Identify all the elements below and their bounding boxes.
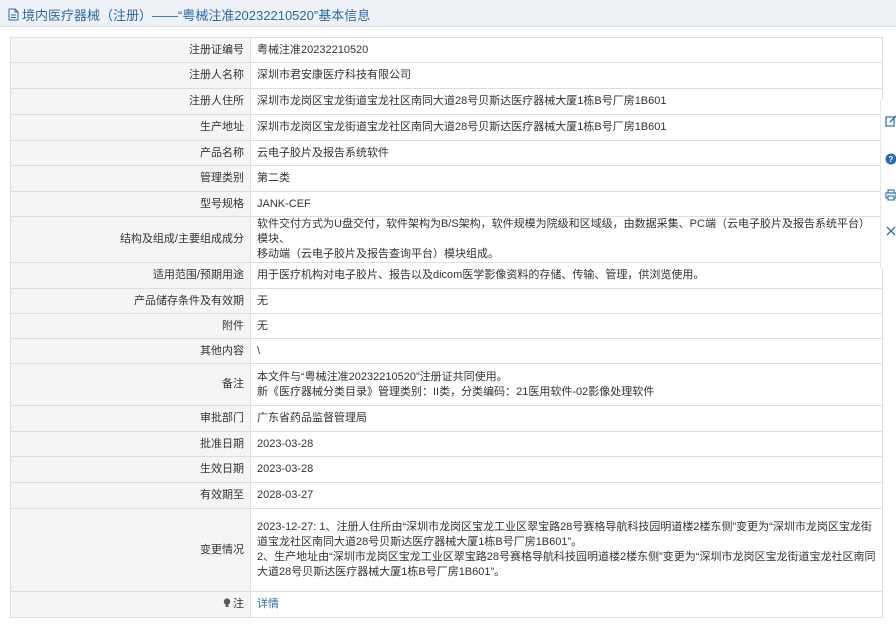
row-label: 其他内容 <box>10 338 251 364</box>
svg-text:?: ? <box>889 155 894 164</box>
note-value-cell: 详情 <box>250 591 883 618</box>
row-label: 注册证编号 <box>10 37 251 63</box>
value-line: 大道28号贝斯达医疗器械大厦1栋B号厂房1B601”。 <box>257 566 506 578</box>
value-line: 2、生产地址由“深圳市龙岗区宝龙工业区翠宝路28号赛格导航科技园明道楼2楼东侧”… <box>257 551 876 563</box>
row-label: 审批部门 <box>10 405 251 432</box>
print-icon[interactable] <box>885 188 896 202</box>
value-line: 新《医疗器械分类目录》管理类别：II类，分类编码：21医用软件-02影像处理软件 <box>257 385 655 398</box>
row-value: 广东省药品监督管理局 <box>250 405 883 432</box>
row-value: 本文件与“粤械注准20232210520”注册证共同使用。 新《医疗器械分类目录… <box>250 363 883 406</box>
row-value: 粤械注准20232210520 <box>250 37 883 63</box>
row-label: 有效期至 <box>10 482 251 509</box>
table-row: 备注 本文件与“粤械注准20232210520”注册证共同使用。 新《医疗器械分… <box>10 363 883 406</box>
row-value: 第二类 <box>250 165 883 192</box>
table-row: 审批部门 广东省药品监督管理局 <box>10 405 883 432</box>
table-row: 其他内容 \ <box>10 338 883 364</box>
table-row: 注册证编号 粤械注准20232210520 <box>10 37 883 63</box>
row-value: \ <box>250 338 883 364</box>
note-label-cell: 注 <box>10 591 251 618</box>
page-title-wrap: 境内医疗器械（注册）——“粤械注准20232210520”基本信息 <box>8 5 370 24</box>
row-label: 备注 <box>10 363 251 406</box>
row-value: 2023-03-28 <box>250 456 883 483</box>
edit-icon[interactable] <box>885 114 896 128</box>
row-value: 无 <box>250 313 883 339</box>
row-value: 用于医疗机构对电子胶片、报告以及dicom医学影像资料的存储、传输、管理，供浏览… <box>250 262 883 289</box>
row-value: 深圳市龙岗区宝龙街道宝龙社区南同大道28号贝斯达医疗器械大厦1栋B号厂房1B60… <box>250 114 883 141</box>
table-row: 适用范围/预期用途 用于医疗机构对电子胶片、报告以及dicom医学影像资料的存储… <box>10 262 883 289</box>
table-row: 注册人住所 深圳市龙岗区宝龙街道宝龙社区南同大道28号贝斯达医疗器械大厦1栋B号… <box>10 88 883 115</box>
page-header: 境内医疗器械（注册）——“粤械注准20232210520”基本信息 <box>0 0 896 27</box>
table-row: 生效日期 2023-03-28 <box>10 456 883 483</box>
value-line: 2023-12-27: 1、注册人住所由“深圳市龙岗区宝龙工业区翠宝路28号赛格… <box>257 521 872 533</box>
row-label: 产品名称 <box>10 140 251 166</box>
row-label: 生效日期 <box>10 456 251 483</box>
table-row: 产品储存条件及有效期 无 <box>10 288 883 314</box>
details-link[interactable]: 详情 <box>257 598 279 610</box>
help-icon[interactable]: ? <box>885 152 896 166</box>
table-row: 生产地址 深圳市龙岗区宝龙街道宝龙社区南同大道28号贝斯达医疗器械大厦1栋B号厂… <box>10 114 883 141</box>
table-row: 有效期至 2028-03-27 <box>10 482 883 509</box>
table-row: 变更情况 2023-12-27: 1、注册人住所由“深圳市龙岗区宝龙工业区翠宝路… <box>10 508 883 592</box>
row-label: 注册人名称 <box>10 62 251 89</box>
row-label: 型号规格 <box>10 191 251 217</box>
table-row: 注册人名称 深圳市君安康医疗科技有限公司 <box>10 62 883 89</box>
value-line: 本文件与“粤械注准20232210520”注册证共同使用。 <box>257 370 508 383</box>
document-icon <box>8 8 19 21</box>
row-value: JANK-CEF <box>250 191 883 217</box>
table-row: 结构及组成/主要组成成分 软件交付方式为U盘交付，软件架构为B/S架构，软件规模… <box>10 216 883 263</box>
row-value: 2028-03-27 <box>250 482 883 509</box>
row-value: 2023-12-27: 1、注册人住所由“深圳市龙岗区宝龙工业区翠宝路28号赛格… <box>250 508 883 592</box>
table-row: 附件 无 <box>10 313 883 339</box>
row-value: 云电子胶片及报告系统软件 <box>250 140 883 166</box>
row-label: 管理类别 <box>10 165 251 192</box>
row-label: 结构及组成/主要组成成分 <box>10 216 251 263</box>
value-line: 移动端（云电子胶片及报告查询平台）模块组成。 <box>257 248 499 260</box>
value-line: 软件交付方式为U盘交付，软件架构为B/S架构，软件规模为院级和区域级，由数据采集… <box>257 218 870 245</box>
side-toolbar: ? <box>880 100 896 268</box>
note-label: 注 <box>233 598 244 610</box>
row-label: 变更情况 <box>10 508 251 592</box>
row-value: 软件交付方式为U盘交付，软件架构为B/S架构，软件规模为院级和区域级，由数据采集… <box>250 216 883 263</box>
row-label: 附件 <box>10 313 251 339</box>
table-row: 产品名称 云电子胶片及报告系统软件 <box>10 140 883 166</box>
info-table: 注册证编号 粤械注准20232210520 注册人名称 深圳市君安康医疗科技有限… <box>10 37 883 618</box>
row-label: 生产地址 <box>10 114 251 141</box>
page-title: 境内医疗器械（注册）——“粤械注准20232210520”基本信息 <box>22 8 371 23</box>
row-label: 适用范围/预期用途 <box>10 262 251 289</box>
row-label: 产品储存条件及有效期 <box>10 288 251 314</box>
row-value: 2023-03-28 <box>250 431 883 457</box>
table-row: 管理类别 第二类 <box>10 165 883 192</box>
close-icon[interactable] <box>885 224 896 238</box>
table-row: 注 详情 <box>10 591 883 618</box>
row-value: 深圳市君安康医疗科技有限公司 <box>250 62 883 89</box>
row-label: 注册人住所 <box>10 88 251 115</box>
row-label: 批准日期 <box>10 431 251 457</box>
table-row: 批准日期 2023-03-28 <box>10 431 883 457</box>
value-line: 道宝龙社区南同大道28号贝斯达医疗器械大厦1栋B号厂房1B601”。 <box>257 536 583 548</box>
table-row: 型号规格 JANK-CEF <box>10 191 883 217</box>
row-value: 深圳市龙岗区宝龙街道宝龙社区南同大道28号贝斯达医疗器械大厦1栋B号厂房1B60… <box>250 88 883 115</box>
row-value: 无 <box>250 288 883 314</box>
lightbulb-icon <box>223 598 231 607</box>
